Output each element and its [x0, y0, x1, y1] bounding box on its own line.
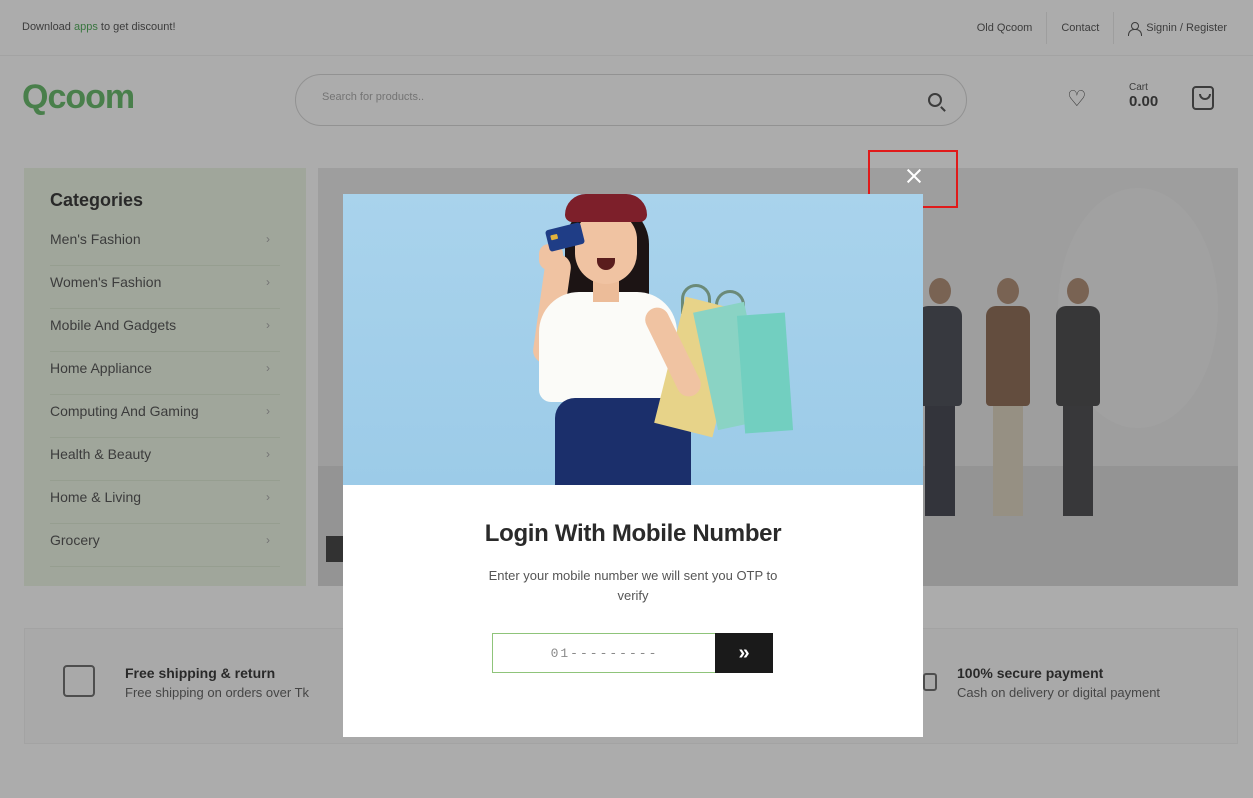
submit-otp-button[interactable]: »	[715, 633, 773, 673]
woman-face	[575, 212, 637, 284]
mobile-number-input[interactable]	[492, 633, 716, 673]
modal-subtitle: Enter your mobile number we will sent yo…	[488, 568, 778, 603]
login-modal: Login With Mobile Number Enter your mobi…	[343, 194, 923, 737]
shopping-bag-icon	[736, 312, 794, 434]
modal-title: Login With Mobile Number	[484, 520, 782, 547]
woman-beret	[565, 194, 647, 222]
close-icon	[906, 168, 922, 184]
modal-hero-image	[343, 194, 923, 485]
